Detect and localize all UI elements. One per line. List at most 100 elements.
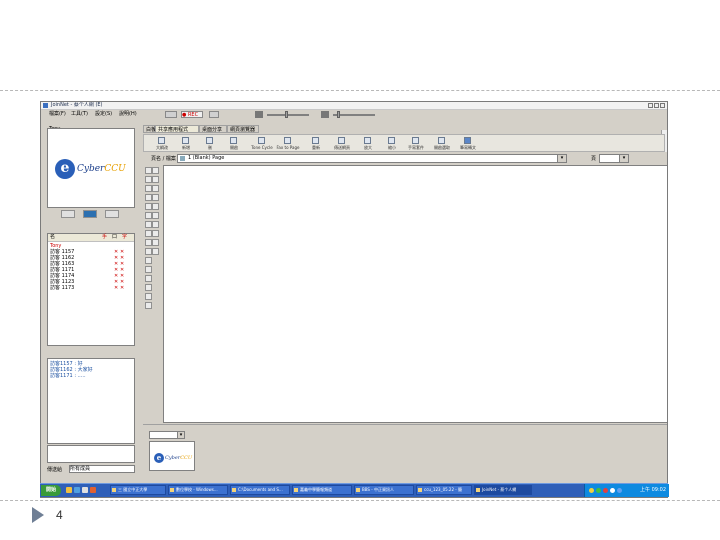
taskbar-item[interactable]: 嘉義中學簡報頻道 bbox=[292, 485, 352, 495]
thumbnail-panel: ▾ e CyberCCU bbox=[143, 424, 667, 485]
title-bar: JoinNet - 蔡个人網 (E) bbox=[41, 102, 667, 110]
tool-button[interactable]: 開啟 bbox=[222, 137, 246, 151]
tool-button[interactable]: 放大 bbox=[356, 137, 380, 151]
tool-button[interactable]: 縮小 bbox=[380, 137, 404, 151]
draw-tool-button[interactable] bbox=[145, 194, 152, 201]
menu-file[interactable]: 檔案(F) bbox=[49, 110, 66, 119]
draw-tool-button[interactable] bbox=[145, 248, 152, 255]
chat-input[interactable] bbox=[47, 445, 135, 463]
draw-tool-button[interactable] bbox=[145, 266, 152, 273]
tool-button[interactable]: 大綱改 bbox=[150, 137, 174, 151]
col-text[interactable]: 字 bbox=[122, 234, 127, 241]
slide-thumbnail[interactable]: e CyberCCU bbox=[149, 441, 195, 471]
tray-icon[interactable] bbox=[596, 488, 601, 493]
joinnet-window: JoinNet - 蔡个人網 (E) 檔案(F) 工具(T) 設定(S) 說明(… bbox=[40, 101, 668, 498]
draw-tool-button[interactable] bbox=[145, 203, 152, 210]
muted-x-icon: ✕ bbox=[114, 285, 119, 291]
draw-tool-button[interactable] bbox=[145, 293, 152, 300]
tool-button[interactable]: 刪 bbox=[198, 137, 222, 151]
tool-icon bbox=[312, 137, 319, 144]
col-name[interactable]: 名 bbox=[50, 234, 55, 241]
tool-button[interactable]: Tone Cycle bbox=[250, 137, 274, 151]
pause-button[interactable] bbox=[165, 111, 177, 118]
draw-tool-button[interactable] bbox=[145, 257, 152, 264]
video-active-button[interactable] bbox=[83, 210, 97, 218]
menu-help[interactable]: 說明(H) bbox=[119, 110, 137, 119]
video-off-button[interactable] bbox=[105, 210, 119, 218]
col-hand[interactable]: 手 bbox=[102, 234, 107, 241]
thumbnail-dropdown-icon[interactable]: ▾ bbox=[177, 431, 185, 439]
draw-tool-button[interactable] bbox=[145, 212, 152, 219]
menu-tools[interactable]: 工具(T) bbox=[71, 110, 88, 119]
send-to-select[interactable]: 所有成員 bbox=[69, 465, 135, 473]
participant-row[interactable]: 訪客 1173 ✕ ✕ bbox=[50, 285, 134, 291]
draw-tool-button[interactable] bbox=[145, 230, 152, 237]
tool-icon bbox=[158, 137, 165, 144]
tool-button[interactable]: 開啟選取 bbox=[430, 137, 454, 151]
page-dropdown-icon[interactable]: ▾ bbox=[557, 154, 567, 163]
tray-icon[interactable] bbox=[610, 488, 615, 493]
video-button[interactable] bbox=[61, 210, 75, 218]
tool-icon bbox=[412, 137, 419, 144]
draw-tool-button[interactable] bbox=[145, 239, 152, 246]
start-button[interactable]: 開始 bbox=[41, 485, 61, 496]
draw-tool-button[interactable] bbox=[152, 212, 159, 219]
draw-tool-button[interactable] bbox=[145, 176, 152, 183]
page-select[interactable]: 1 (Blank) Page bbox=[177, 154, 567, 163]
close-icon[interactable] bbox=[660, 103, 665, 108]
tool-button[interactable]: 筆寫轉文 bbox=[456, 137, 480, 151]
tab-web-browser[interactable]: 網頁瀏覽器 bbox=[227, 125, 259, 133]
quicklaunch-icon[interactable] bbox=[82, 487, 88, 493]
draw-tool-button[interactable] bbox=[152, 167, 159, 174]
tool-button[interactable]: 新增 bbox=[174, 137, 198, 151]
minimize-icon[interactable] bbox=[648, 103, 653, 108]
taskbar-item[interactable]: ccu_123_05.22 - 簡 bbox=[416, 485, 472, 495]
whiteboard-canvas[interactable] bbox=[163, 165, 667, 423]
draw-tool-button[interactable] bbox=[145, 275, 152, 282]
quicklaunch-icon[interactable] bbox=[66, 487, 72, 493]
speaker-volume-slider[interactable] bbox=[267, 114, 309, 116]
taskbar-item[interactable]: BBS - 中正資訊人 bbox=[354, 485, 414, 495]
taskbar-item[interactable]: 數位學校 - Windows... bbox=[168, 485, 228, 495]
draw-tool-button[interactable] bbox=[152, 176, 159, 183]
draw-tool-button[interactable] bbox=[152, 248, 159, 255]
tab-desktop-share[interactable]: 桌面分享 bbox=[199, 125, 227, 133]
tool-icon bbox=[284, 137, 291, 144]
draw-tool-button[interactable] bbox=[145, 185, 152, 192]
menu-settings[interactable]: 設定(S) bbox=[95, 110, 112, 119]
tool-icon bbox=[258, 137, 265, 144]
mic-volume-knob[interactable] bbox=[337, 111, 340, 118]
draw-tool-button[interactable] bbox=[145, 302, 152, 309]
tray-icon[interactable] bbox=[617, 488, 622, 493]
draw-tool-button[interactable] bbox=[152, 194, 159, 201]
tool-label: 開啟選取 bbox=[434, 145, 450, 150]
tool-button[interactable]: 傳送網頁 bbox=[330, 137, 354, 151]
tab-whiteboard[interactable]: 白板 bbox=[143, 125, 156, 133]
draw-tool-button[interactable] bbox=[145, 284, 152, 291]
tool-button[interactable]: Fax to Page bbox=[276, 137, 300, 151]
tab-app-share[interactable]: 共享應用程式 bbox=[155, 125, 199, 133]
cyberccu-logo-icon: e bbox=[55, 159, 75, 179]
settings-icon[interactable] bbox=[209, 111, 219, 118]
taskbar-item[interactable]: C:\Documents and S... bbox=[230, 485, 290, 495]
tray-icon[interactable] bbox=[603, 488, 608, 493]
draw-tool-button[interactable] bbox=[152, 221, 159, 228]
col-voice[interactable]: 口 bbox=[112, 234, 117, 241]
draw-tool-button[interactable] bbox=[152, 203, 159, 210]
draw-tool-button[interactable] bbox=[152, 185, 159, 192]
tool-button[interactable]: 手寫套件 bbox=[404, 137, 428, 151]
draw-tool-button[interactable] bbox=[152, 239, 159, 246]
draw-tool-button[interactable] bbox=[145, 167, 152, 174]
maximize-icon[interactable] bbox=[654, 103, 659, 108]
taskbar-item[interactable]: 三 國立中正大學 bbox=[110, 485, 166, 495]
tray-icon[interactable] bbox=[589, 488, 594, 493]
taskbar-item-active[interactable]: JoinNet - 蔡个人網 bbox=[474, 485, 532, 495]
record-button[interactable]: ● REC bbox=[181, 111, 203, 118]
quicklaunch-icon[interactable] bbox=[74, 487, 80, 493]
tool-button[interactable]: 重新 bbox=[304, 137, 328, 151]
quicklaunch-icon[interactable] bbox=[90, 487, 96, 493]
draw-tool-button[interactable] bbox=[145, 221, 152, 228]
draw-tool-button[interactable] bbox=[152, 230, 159, 237]
speaker-volume-knob[interactable] bbox=[285, 111, 288, 118]
page-number-dropdown-icon[interactable]: ▾ bbox=[619, 154, 629, 163]
